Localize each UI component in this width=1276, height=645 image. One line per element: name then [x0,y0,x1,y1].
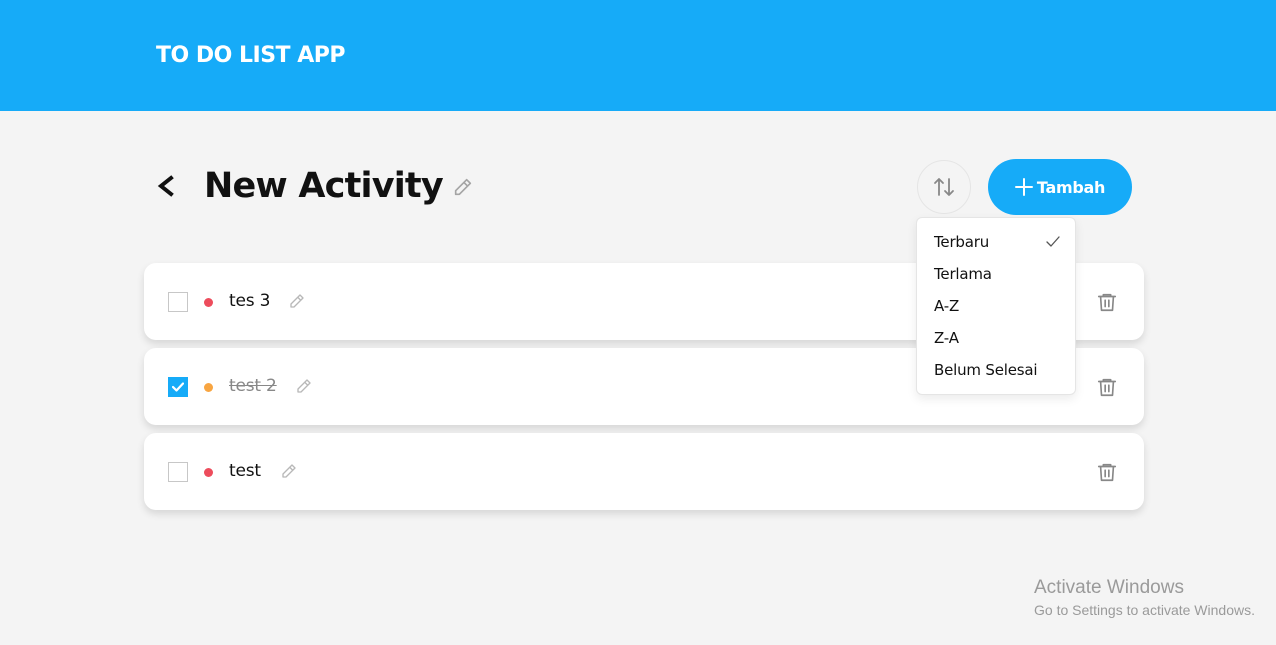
pencil-icon [297,379,311,393]
sort-option-a-z[interactable]: A-Z [934,294,1064,318]
todo-checkbox[interactable] [168,377,188,397]
watermark-title: Activate Windows [1034,577,1184,598]
windows-activation-watermark: Activate Windows Go to Settings to activ… [1034,576,1255,620]
todo-title: test [229,461,261,481]
add-todo-button[interactable]: Tambah [988,159,1132,215]
todo-title: test 2 [229,376,277,396]
app-title: TO DO LIST APP [156,43,345,68]
delete-todo-button[interactable] [1096,291,1118,313]
watermark-subtitle: Go to Settings to activate Windows. [1034,602,1255,618]
back-button[interactable] [150,170,182,202]
add-todo-label: Tambah [1036,177,1106,197]
trash-icon [1097,293,1117,312]
todo-title: tes 3 [229,291,271,311]
pencil-icon [454,178,472,196]
delete-todo-button[interactable] [1096,461,1118,483]
delete-todo-button[interactable] [1096,376,1118,398]
edit-title-button[interactable] [452,176,474,198]
pencil-icon [282,464,296,478]
priority-indicator [204,383,213,392]
sort-option-terbaru[interactable]: Terbaru [934,230,1064,254]
check-icon [1046,236,1060,247]
checkmark-icon [172,382,184,392]
trash-icon [1097,378,1117,397]
todo-checkbox[interactable] [168,462,188,482]
sort-option-terlama[interactable]: Terlama [934,262,1064,286]
pencil-icon [290,294,304,308]
sort-option-z-a[interactable]: Z-A [934,326,1064,350]
priority-indicator [204,468,213,477]
activity-title[interactable]: New Activity [204,162,444,210]
edit-todo-button[interactable] [295,377,313,395]
sort-button[interactable] [917,160,971,214]
edit-todo-button[interactable] [288,292,306,310]
plus-icon [1014,178,1033,196]
trash-icon [1097,463,1117,482]
chevron-left-icon [157,175,174,197]
edit-todo-button[interactable] [280,462,298,480]
sort-dropdown: Terbaru Terlama A-Z Z-A Belum Selesai [916,217,1076,395]
priority-indicator [204,298,213,307]
todo-item: test [144,433,1144,510]
sort-arrows-icon [934,178,954,196]
sort-option-belum-selesai[interactable]: Belum Selesai [934,358,1064,382]
todo-checkbox[interactable] [168,292,188,312]
app-header: TO DO LIST APP [0,0,1276,111]
